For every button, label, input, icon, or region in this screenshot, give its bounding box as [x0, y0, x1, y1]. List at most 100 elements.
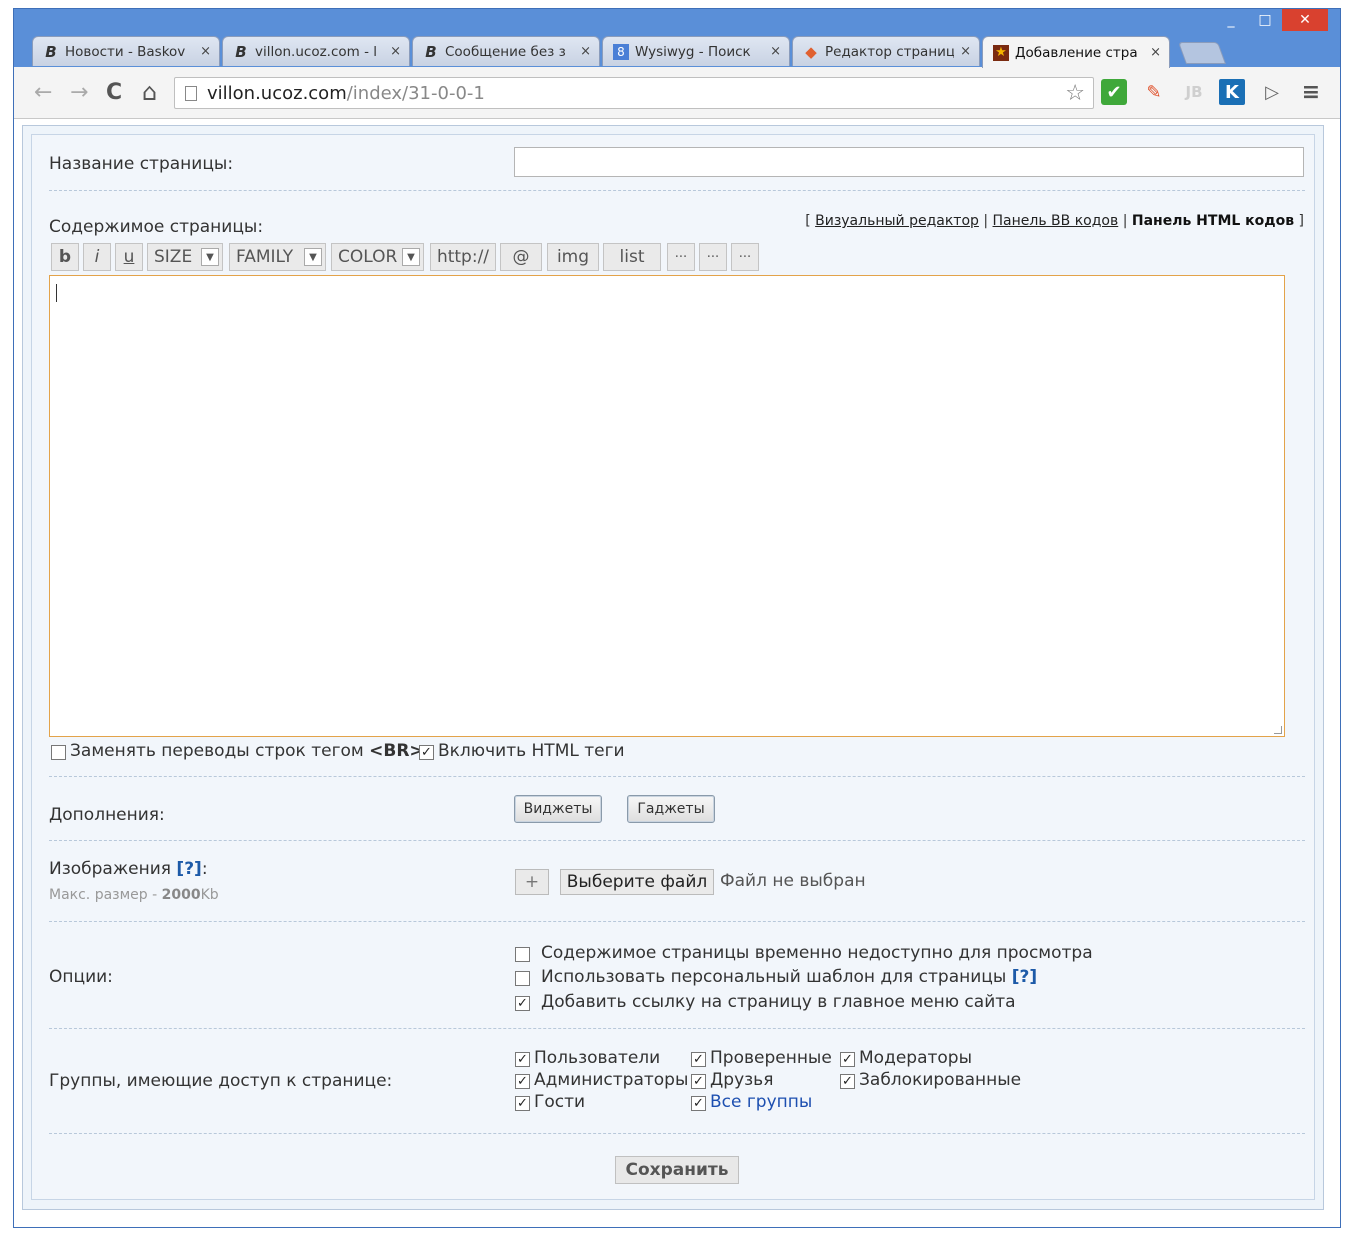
bold-button[interactable]: b — [51, 243, 79, 271]
enable-html-checkbox[interactable]: ✓ — [419, 745, 434, 760]
tab-close-icon[interactable]: × — [960, 44, 971, 59]
group-users-checkbox[interactable]: ✓ — [515, 1052, 530, 1067]
tab-title: Добавление стра — [1015, 44, 1138, 61]
address-bar[interactable]: villon.ucoz.com/index/31-0-0-1 ☆ — [174, 77, 1094, 109]
family-select[interactable]: FAMILY ▼ — [229, 243, 326, 271]
search-engine-icon: 8 — [613, 43, 629, 60]
close-window-button[interactable]: ✕ — [1282, 9, 1328, 31]
option-template-checkbox[interactable] — [515, 971, 530, 986]
option-unavailable-checkbox[interactable] — [515, 947, 530, 962]
checkmark-extension-icon[interactable]: ✔ — [1101, 79, 1127, 105]
group-verified-checkbox[interactable]: ✓ — [691, 1052, 706, 1067]
group-guests-checkbox[interactable]: ✓ — [515, 1096, 530, 1111]
list-button[interactable]: list — [603, 243, 661, 271]
options-label: Опции: — [49, 967, 113, 987]
tab-message[interactable]: B Сообщение без з × — [412, 36, 600, 66]
color-label: COLOR — [338, 247, 398, 267]
option-template-label: Использовать персональный шаблон для стр… — [541, 967, 1037, 987]
group-admins-checkbox[interactable]: ✓ — [515, 1074, 530, 1089]
resize-grip-icon[interactable] — [1274, 726, 1282, 734]
page-content: Название страницы: Содержимое страницы: … — [14, 119, 1340, 1227]
editor-mode-links: [ Визуальный редактор | Панель BB кодов … — [805, 213, 1304, 229]
pencil-extension-icon[interactable]: ✎ — [1141, 79, 1167, 105]
bookmark-star-icon[interactable]: ☆ — [1065, 81, 1085, 106]
group-verified-label: Проверенные — [710, 1048, 832, 1068]
content-textarea[interactable] — [49, 275, 1285, 737]
tab-villon[interactable]: B villon.ucoz.com - l × — [222, 36, 410, 66]
divider — [49, 776, 1305, 777]
replace-br-checkbox[interactable] — [51, 745, 66, 760]
img-button[interactable]: img — [547, 243, 599, 271]
divider — [49, 921, 1305, 922]
italic-button[interactable]: i — [83, 243, 111, 271]
tab-news[interactable]: B Новости - Baskov × — [32, 36, 220, 66]
reload-icon[interactable]: C — [106, 80, 122, 105]
addons-label: Дополнения: — [49, 805, 165, 825]
tab-title: Редактор страниц — [825, 43, 955, 60]
choose-file-button[interactable]: Выберите файл — [560, 869, 714, 895]
more-button[interactable]: ··· — [699, 243, 727, 271]
replace-br-text: Заменять переводы строк тегом — [70, 741, 364, 761]
more-button[interactable]: ··· — [731, 243, 759, 271]
blog-icon: B — [235, 42, 247, 61]
menu-icon[interactable]: ≡ — [1298, 79, 1324, 105]
group-all-checkbox[interactable]: ✓ — [691, 1096, 706, 1111]
tab-strip: B Новости - Baskov × B villon.ucoz.com -… — [32, 36, 1232, 68]
option-menu-link-checkbox[interactable]: ✓ — [515, 996, 530, 1011]
chevron-down-icon: ▼ — [304, 248, 322, 266]
group-moderators-checkbox[interactable]: ✓ — [840, 1052, 855, 1067]
group-admins-label: Администраторы — [534, 1070, 689, 1090]
groups-label: Группы, имеющие доступ к странице: — [49, 1071, 393, 1091]
tab-title: villon.ucoz.com - l — [255, 43, 378, 60]
widgets-button[interactable]: Виджеты — [514, 795, 602, 823]
underline-button[interactable]: u — [115, 243, 143, 271]
help-link[interactable]: [?] — [176, 859, 201, 879]
form-frame: Название страницы: Содержимое страницы: … — [22, 125, 1324, 1210]
bracket-open: [ — [805, 213, 811, 229]
tab-add-page[interactable]: ★ Добавление стра × — [982, 36, 1170, 68]
visual-editor-link[interactable]: Визуальный редактор — [815, 213, 979, 229]
save-button[interactable]: Сохранить — [615, 1156, 739, 1184]
tab-page-editor[interactable]: ◆ Редактор страниц × — [792, 36, 980, 66]
window-controls: _ □ ✕ — [1214, 9, 1328, 35]
tab-title: Сообщение без з — [445, 43, 566, 60]
play-extension-icon[interactable]: ▷ — [1259, 79, 1285, 105]
k-extension-icon[interactable]: K — [1219, 79, 1245, 105]
blog-icon: B — [45, 42, 57, 61]
tab-close-icon[interactable]: × — [390, 44, 401, 59]
tab-close-icon[interactable]: × — [770, 44, 781, 59]
tab-search[interactable]: 8 Wysiwyg - Поиск × — [602, 36, 790, 66]
divider — [49, 1028, 1305, 1029]
tab-close-icon[interactable]: × — [580, 44, 591, 59]
forward-arrow-icon[interactable]: → — [70, 80, 88, 105]
minimize-button[interactable]: _ — [1214, 9, 1248, 31]
help-link[interactable]: [?] — [1012, 967, 1037, 987]
email-button[interactable]: @ — [500, 243, 542, 271]
browser-toolbar: ← → C ⌂ villon.ucoz.com/index/31-0-0-1 ☆… — [14, 67, 1340, 119]
size-select[interactable]: SIZE ▼ — [147, 243, 223, 271]
home-icon[interactable]: ⌂ — [142, 78, 157, 106]
more-button[interactable]: ··· — [667, 243, 695, 271]
group-banned-checkbox[interactable]: ✓ — [840, 1074, 855, 1089]
ucoz-icon: ◆ — [805, 42, 817, 61]
page-icon — [185, 85, 197, 101]
jb-extension-icon[interactable]: JB — [1181, 79, 1207, 105]
color-select[interactable]: COLOR ▼ — [331, 243, 424, 271]
all-groups-link[interactable]: Все группы — [710, 1092, 812, 1112]
group-friends-checkbox[interactable]: ✓ — [691, 1074, 706, 1089]
tab-close-icon[interactable]: × — [1150, 45, 1161, 60]
group-banned-label: Заблокированные — [859, 1070, 1022, 1090]
url-button[interactable]: http:// — [430, 243, 496, 271]
group-users-label: Пользователи — [534, 1048, 661, 1068]
bb-panel-link[interactable]: Панель BB кодов — [993, 213, 1119, 229]
blog-icon: B — [425, 42, 437, 61]
maximize-button[interactable]: □ — [1248, 9, 1282, 31]
max-size-prefix: Макс. размер - — [49, 887, 158, 903]
new-tab-button[interactable] — [1177, 42, 1227, 64]
back-arrow-icon[interactable]: ← — [34, 80, 52, 105]
gadgets-button[interactable]: Гаджеты — [627, 795, 715, 823]
tab-close-icon[interactable]: × — [200, 44, 211, 59]
add-file-button[interactable]: + — [515, 869, 549, 895]
browser-window: _ □ ✕ B Новости - Baskov × B villon.ucoz… — [13, 8, 1341, 1228]
page-name-input[interactable] — [514, 147, 1304, 177]
